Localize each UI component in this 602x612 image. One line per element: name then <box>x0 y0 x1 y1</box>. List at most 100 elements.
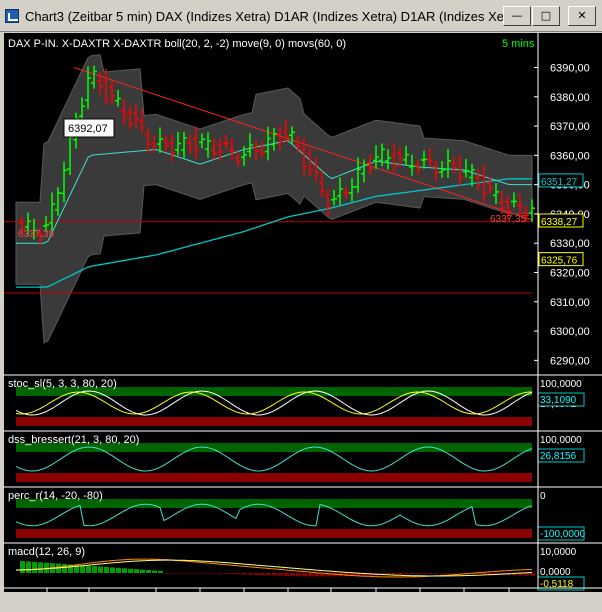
macd-histogram-bar <box>434 573 439 574</box>
macd-histogram-bar <box>176 573 181 574</box>
macd-histogram-bar <box>440 573 445 574</box>
price-callout: 6392,07 <box>68 123 108 135</box>
macd-histogram-bar <box>410 573 415 575</box>
oversold-zone <box>16 473 532 482</box>
macd-histogram-bar <box>140 569 145 573</box>
right-level-label: 6337,35 <box>490 214 527 225</box>
macd-histogram-bar <box>398 573 403 575</box>
macd-histogram-bar <box>158 570 163 573</box>
macd-histogram-bar <box>530 573 535 576</box>
price-axis-label: 6380,00 <box>550 92 590 104</box>
macd-histogram-bar <box>134 569 139 573</box>
macd-histogram-bar <box>116 567 121 573</box>
panel-value-tag: -100,0000 <box>540 529 585 540</box>
price-tag-label: 6338,27 <box>541 217 578 228</box>
macd-histogram-bar <box>416 573 421 574</box>
macd-histogram-bar <box>404 573 409 575</box>
macd-histogram-bar <box>242 573 247 575</box>
macd-histogram-bar <box>446 573 451 574</box>
macd-histogram-bar <box>248 573 253 575</box>
macd-histogram-bar <box>20 561 25 573</box>
macd-histogram-bar <box>32 561 37 573</box>
timeframe-label: 5 mins <box>502 38 535 50</box>
window-titlebar: Chart3 (Zeitbar 5 min) DAX (Indizes Xetr… <box>0 0 602 32</box>
macd-histogram-bar <box>98 566 103 573</box>
panel-header: stoc_sl(5, 3, 3, 80, 20) <box>8 378 117 390</box>
macd-histogram-bar <box>182 573 187 574</box>
panel-header: macd(12, 26, 9) <box>8 546 85 558</box>
macd-histogram-bar <box>428 573 433 574</box>
macd-histogram-bar <box>452 573 457 574</box>
macd-histogram-bar <box>218 573 223 574</box>
macd-histogram-bar <box>266 573 271 576</box>
macd-histogram-bar <box>86 565 91 573</box>
panel-axis-label: 100,0000 <box>540 435 582 446</box>
price-axis-label: 6320,00 <box>550 268 590 280</box>
panel-header: dss_bressert(21, 3, 80, 20) <box>8 434 139 446</box>
price-axis-label: 6310,00 <box>550 297 590 309</box>
macd-histogram-bar <box>314 573 319 577</box>
minimize-button[interactable]: — <box>503 6 531 26</box>
macd-histogram-bar <box>38 562 43 573</box>
macd-histogram-bar <box>62 564 67 573</box>
macd-histogram-bar <box>524 573 529 576</box>
panel-axis-label: 100,0000 <box>540 379 582 390</box>
oversold-zone <box>16 529 532 538</box>
chart-area[interactable]: DAX P-IN. X-DAXTR X-DAXTR boll(20, 2, -2… <box>4 33 602 592</box>
price-tags: 6351,27 6338,27 6325,76 <box>538 173 584 267</box>
indicator-panel[interactable]: macd(12, 26, 9) 10,00000,0000-0,5118 <box>4 542 602 591</box>
macd-histogram-bar <box>206 573 211 574</box>
close-button[interactable]: ✕ <box>568 6 596 26</box>
status-bar <box>0 592 602 612</box>
maximize-button[interactable]: □ <box>532 6 560 26</box>
macd-histogram-bar <box>122 568 127 573</box>
panel-axis-label: 0,0000 <box>540 567 571 578</box>
chart-canvas[interactable]: DAX P-IN. X-DAXTR X-DAXTR boll(20, 2, -2… <box>4 33 602 592</box>
macd-histogram-bar <box>110 567 115 573</box>
indicator-panel[interactable]: perc_r(14, -20, -80) 0 -100,0000 <box>4 486 602 543</box>
macd-histogram-bar <box>104 567 109 573</box>
oversold-zone <box>16 417 532 426</box>
price-tag-label: 6351,27 <box>541 177 578 188</box>
app-chart-icon <box>5 9 19 23</box>
macd-histogram-bar <box>26 561 31 573</box>
macd-histogram-bar <box>392 573 397 575</box>
macd-histogram-bar <box>92 566 97 573</box>
main-panel-header: DAX P-IN. X-DAXTR X-DAXTR boll(20, 2, -2… <box>8 38 346 50</box>
macd-histogram-bar <box>290 573 295 577</box>
macd-histogram-bar <box>284 573 289 576</box>
price-axis-label: 6290,00 <box>550 355 590 367</box>
macd-histogram-bar <box>458 573 463 574</box>
price-tag-label: 6325,76 <box>541 256 578 267</box>
macd-histogram-bar <box>164 573 169 574</box>
macd-histogram-bar <box>128 568 133 573</box>
main-price-panel[interactable]: DAX P-IN. X-DAXTR X-DAXTR boll(20, 2, -2… <box>4 33 602 375</box>
macd-histogram-bar <box>272 573 277 576</box>
macd-histogram-bar <box>254 573 259 575</box>
macd-histogram-bar <box>482 573 487 575</box>
window-title: Chart3 (Zeitbar 5 min) DAX (Indizes Xetr… <box>25 9 505 24</box>
macd-histogram-bar <box>308 573 313 577</box>
macd-histogram-bar <box>152 570 157 573</box>
left-level-label: 6337,35 <box>18 229 55 240</box>
macd-histogram-bar <box>296 573 301 577</box>
price-axis-label: 6300,00 <box>550 326 590 338</box>
macd-histogram-bar <box>194 573 199 574</box>
panel-axis-label: 0 <box>540 491 546 502</box>
panel-header: perc_r(14, -20, -80) <box>8 490 103 502</box>
indicator-panel[interactable]: stoc_sl(5, 3, 3, 80, 20)100,000017,65723… <box>4 374 602 431</box>
macd-histogram-bar <box>170 573 175 574</box>
indicator-panel[interactable]: dss_bressert(21, 3, 80, 20) 100,0000 26,81… <box>4 430 602 487</box>
macd-histogram-bar <box>422 573 427 574</box>
price-axis-label: 6330,00 <box>550 238 590 250</box>
price-axis-label: 6390,00 <box>550 63 590 75</box>
macd-histogram-bar <box>260 573 265 576</box>
macd-histogram-bar <box>230 573 235 575</box>
price-axis-label: 6360,00 <box>550 150 590 162</box>
macd-histogram-bar <box>236 573 241 575</box>
macd-histogram-bar <box>302 573 307 577</box>
macd-histogram-bar <box>200 573 205 574</box>
panel-value-tag: 33,1090 <box>540 395 577 406</box>
price-axis-label: 6370,00 <box>550 121 590 133</box>
macd-histogram-bar <box>278 573 283 576</box>
